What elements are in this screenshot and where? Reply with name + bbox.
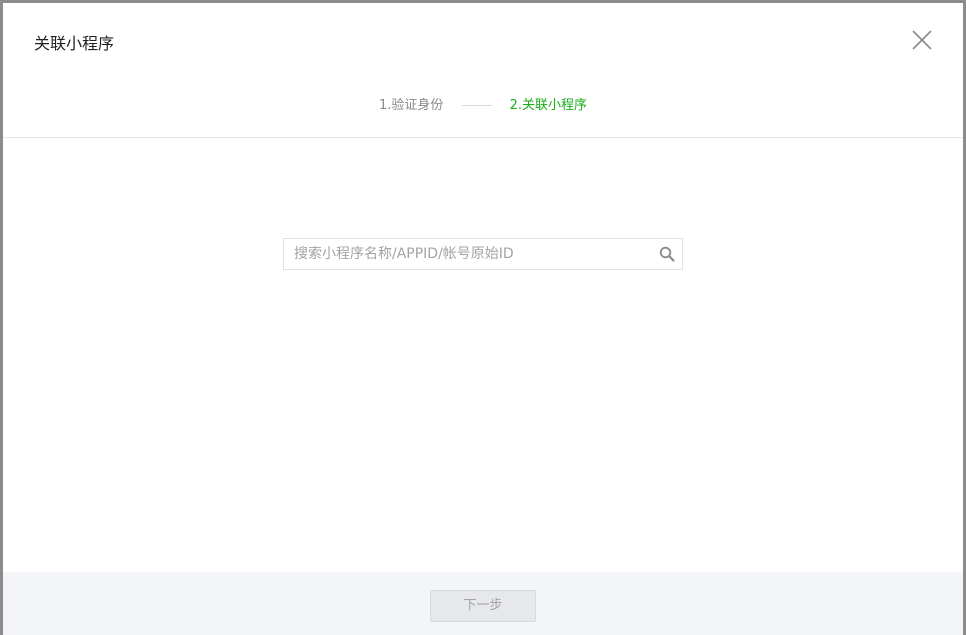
- step-indicator: 1.验证身份 2.关联小程序: [3, 97, 963, 115]
- search-input[interactable]: [284, 239, 644, 269]
- step-verify-identity: 1.验证身份: [378, 98, 444, 113]
- search-box: [283, 238, 683, 270]
- close-button[interactable]: [909, 27, 935, 53]
- search-icon[interactable]: [659, 246, 675, 262]
- step-link-miniprogram: 2.关联小程序: [509, 98, 588, 113]
- next-step-button[interactable]: 下一步: [430, 590, 536, 622]
- step-connector: [461, 105, 492, 106]
- dialog-footer: 下一步: [3, 572, 963, 635]
- close-icon: [912, 30, 932, 50]
- dialog-title: 关联小程序: [34, 34, 115, 53]
- header-divider: [3, 137, 963, 138]
- link-miniprogram-dialog: 关联小程序 1.验证身份 2.关联小程序 下一步: [3, 3, 963, 635]
